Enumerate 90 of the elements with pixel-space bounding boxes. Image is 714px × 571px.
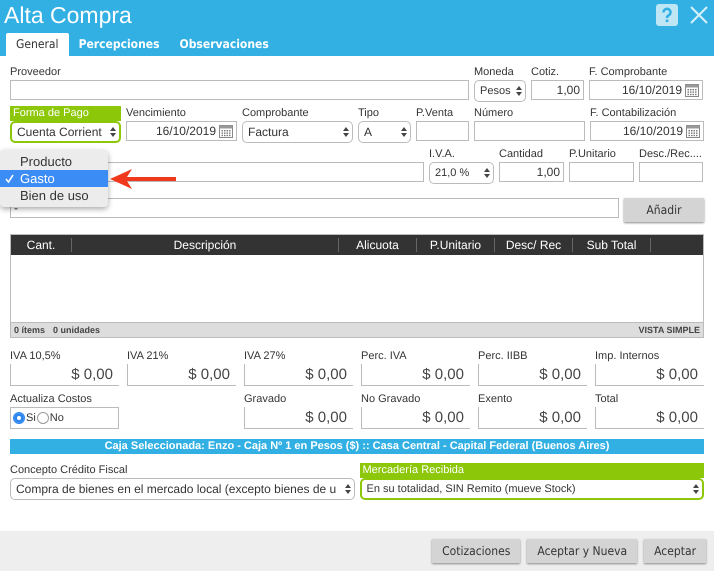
field-label: Mercadería Recibida [360,463,704,478]
field-label: Proveedor [10,65,62,80]
help-icon[interactable] [656,4,678,26]
field-label: Perc. IVA [361,349,408,364]
field-label: Imp. Internos [595,349,660,364]
select-arrows-icon [344,484,350,494]
cash-banner: Caja Seleccionada: Enzo - Caja Nº 1 en Pesos ($) :: Casa Central - Capital Federal (Buenos Aires) [10,439,704,454]
amount-field: $ 0,00 [127,364,236,386]
field-label: Desc./Rec.... [639,147,703,162]
tab[interactable]: General [6,33,69,56]
field-label: Cotiz. [531,65,560,80]
date-field[interactable]: 16/10/2019 [126,121,237,141]
field-label: Perc. IIBB [478,349,529,364]
radio-label: No [50,412,64,424]
field-label: Total [595,392,620,407]
radio-button[interactable] [13,412,25,424]
field-label: F. Contabilización [590,106,678,121]
amount-field: $ 0,00 [595,407,704,429]
input-field[interactable]: 1,00 [499,162,564,182]
close-icon[interactable] [690,6,708,24]
field-label: Cantidad [499,147,544,162]
select-field[interactable]: A [358,121,411,143]
select-field[interactable]: Pesos [474,80,526,102]
amount-field: $ 0,00 [10,364,119,386]
column-header: Sub Total [573,238,651,252]
field-label: Forma de Pago [10,106,121,121]
select-arrows-icon [484,168,490,178]
field-label: P.Unitario [569,147,617,162]
input-field[interactable] [416,121,469,141]
select-field[interactable]: Cuenta Corrient [10,121,121,143]
menu-item[interactable]: Producto [0,153,108,170]
calendar-icon[interactable] [219,124,233,138]
field-label: IVA 10,5% [10,349,62,364]
field-label: Moneda [474,65,515,80]
input-field[interactable] [569,162,634,182]
field-label: Vencimiento [126,106,187,121]
arrow-icon [110,169,176,189]
select-arrows-icon [693,484,699,494]
select-arrows-icon [110,127,116,137]
dialog-button[interactable]: Aceptar [644,539,706,563]
amount-field: $ 0,00 [361,407,470,429]
calendar-icon[interactable] [685,83,699,97]
field-label: I.V.A. [429,147,456,162]
column-header: Descripción [72,238,339,252]
date-field[interactable]: 16/10/2019 [590,121,704,141]
dialog-button[interactable]: Cotizaciones [432,539,520,563]
amount-field: $ 0,00 [595,364,704,386]
column-header: Cant. [11,238,72,252]
add-button[interactable]: Añadir [624,198,704,222]
radio-button[interactable] [36,412,49,424]
amount-field: $ 0,00 [244,364,353,386]
check-icon [5,174,14,183]
field-label: Comprobante [242,106,310,121]
field-label: Número [474,106,514,121]
input-field[interactable] [639,162,703,182]
field-label: Gravado [244,392,288,407]
field-label: IVA 21% [127,349,170,364]
amount-field: $ 0,00 [361,364,470,386]
field-label: F. Comprobante [589,65,668,80]
amount-field: $ 0,00 [244,407,353,429]
items-count: 0 ítems [14,325,46,335]
column-header: Desc/ Rec [495,238,573,252]
amount-field: $ 0,00 [478,407,587,429]
field-label: Exento [478,392,514,407]
input-field[interactable]: 1,00 [531,80,584,100]
select-arrows-icon [516,86,522,96]
field-label: Tipo [358,106,380,121]
view-link[interactable]: VISTA SIMPLE [638,325,700,335]
input-field[interactable] [474,121,585,141]
date-field[interactable]: 16/10/2019 [589,80,703,100]
field-label: P.Venta [416,106,454,121]
dialog-button[interactable]: Aceptar y Nueva [527,539,638,563]
select-field[interactable]: Factura [242,121,353,143]
units-count: 0 unidades [53,325,100,335]
select-arrows-icon [401,127,407,137]
column-header: P.Unitario [417,238,495,252]
field-label: IVA 27% [244,349,286,364]
window-title: Alta Compra [4,2,133,28]
select-arrows-icon [343,127,349,137]
field-label: Concepto Crédito Fiscal [10,463,128,478]
amount-field: $ 0,00 [478,364,587,386]
field-label: Actualiza Costos [10,392,93,407]
input-field[interactable] [10,80,469,100]
radio-label: Si [26,412,36,424]
select-field[interactable]: En su totalidad, SIN Remito (mueve Stock) [360,478,704,500]
field-label: No Gravado [361,392,422,407]
select-field[interactable]: 21,0 % [429,162,494,184]
calendar-icon[interactable] [686,124,700,138]
column-header: Alicuota [339,238,417,252]
select-field[interactable]: Compra de bienes en el mercado local (excepto bienes de u [10,478,354,500]
